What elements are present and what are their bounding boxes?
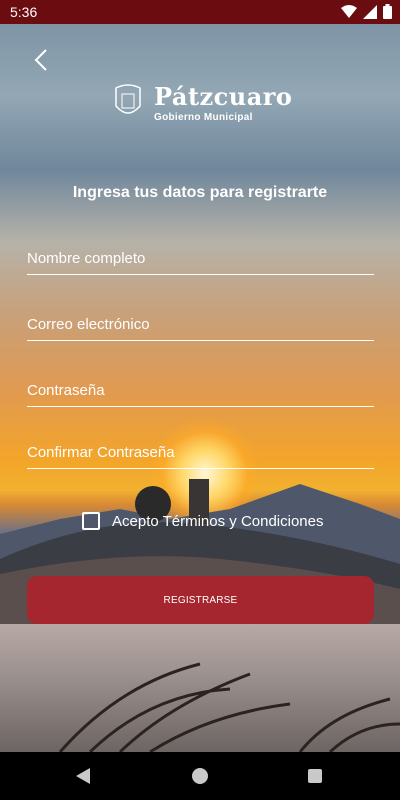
email-field — [27, 308, 374, 341]
terms-checkbox[interactable] — [82, 512, 100, 530]
password-field — [27, 374, 374, 407]
back-triangle-icon[interactable] — [76, 768, 90, 784]
confirm-password-field — [27, 436, 374, 469]
password-input[interactable] — [27, 374, 374, 406]
recents-square-icon[interactable] — [308, 769, 322, 783]
foreground-grass — [58, 662, 400, 752]
logo-subtitle: Gobierno Municipal — [154, 112, 253, 123]
full-name-field — [27, 242, 374, 275]
back-arrow-icon[interactable] — [30, 48, 54, 72]
register-button[interactable]: REGISTRARSE — [27, 576, 374, 624]
terms-label[interactable]: Acepto Términos y Condiciones — [112, 513, 324, 530]
email-input[interactable] — [27, 308, 374, 340]
status-time: 5:36 — [10, 4, 38, 20]
municipal-seal-icon — [115, 84, 141, 114]
battery-icon — [383, 4, 392, 19]
status-bar: 5:36 — [0, 0, 400, 24]
register-screen: Pátzcuaro Gobierno Municipal Ingresa tus… — [0, 24, 400, 752]
terms-row[interactable]: Acepto Términos y Condiciones — [82, 510, 324, 532]
wifi-icon — [341, 4, 357, 18]
home-circle-icon[interactable] — [192, 768, 208, 784]
confirm-password-input[interactable] — [27, 436, 374, 468]
navigation-bar — [0, 752, 400, 800]
signal-icon — [363, 4, 377, 19]
patzcuaro-logo: Pátzcuaro Gobierno Municipal — [114, 82, 292, 126]
form-heading: Ingresa tus datos para registrarte — [72, 184, 328, 201]
status-icons — [341, 4, 392, 19]
logo-title: Pátzcuaro — [154, 82, 293, 111]
full-name-input[interactable] — [27, 242, 374, 274]
